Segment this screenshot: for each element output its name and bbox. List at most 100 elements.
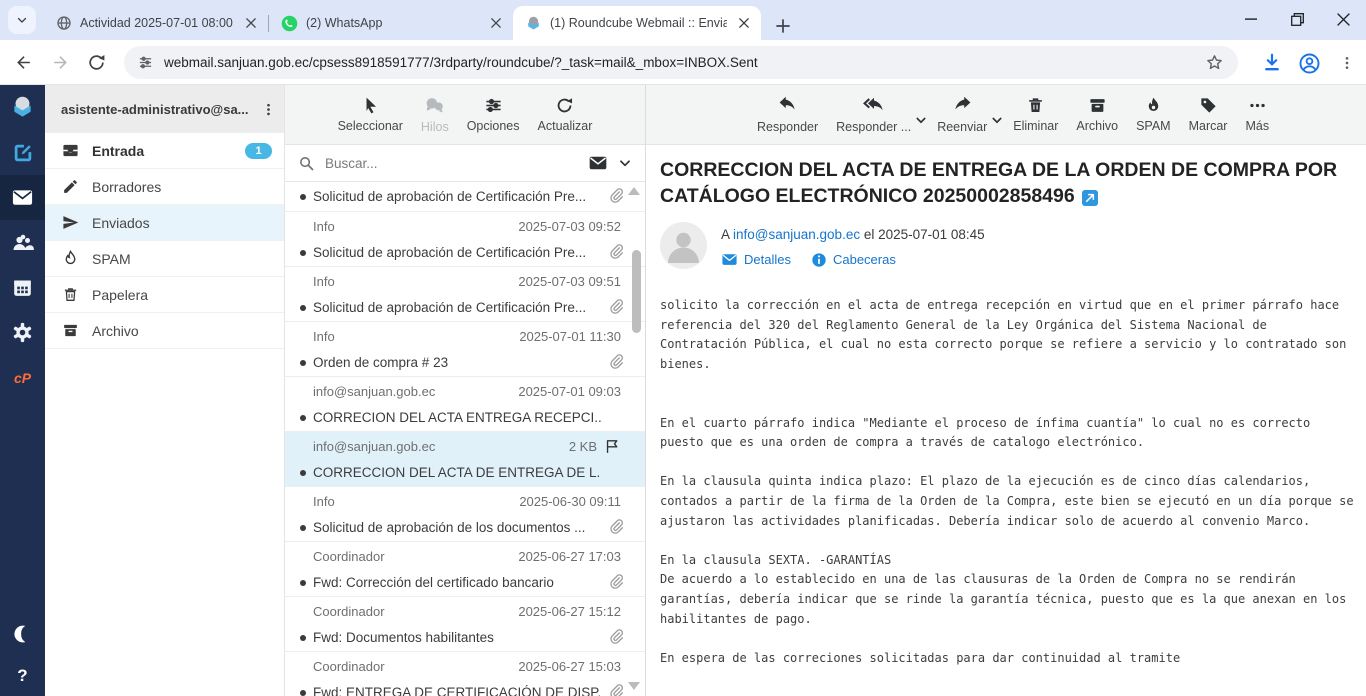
message-meta: A info@sanjuan.gob.ec el 2025-07-01 08:4… [721, 222, 985, 268]
info-icon [811, 252, 827, 268]
message-row[interactable]: Info2025-07-01 11:30 Orden de compra # 2… [285, 322, 645, 377]
tab-close-icon[interactable] [242, 14, 260, 32]
inbox-icon [62, 142, 79, 159]
sidebar-item-entrada[interactable]: Entrada 1 [45, 133, 284, 169]
close-button[interactable] [1320, 0, 1366, 38]
message-row[interactable]: Info2025-06-30 09:11 Solicitud de aproba… [285, 487, 645, 542]
forward-button[interactable] [43, 45, 77, 79]
back-icon [14, 53, 33, 72]
reply-button[interactable]: Responder [748, 95, 827, 134]
search-scope-mail-icon[interactable] [588, 153, 608, 173]
bookmark-star-icon[interactable] [1205, 53, 1224, 72]
details-link[interactable]: Detalles [721, 251, 791, 268]
sidebar-item-archivo[interactable]: Archivo [45, 313, 284, 349]
button-label: Actualizar [538, 119, 593, 133]
compose-button[interactable] [0, 130, 45, 175]
message-subject: Solicitud de aprobación de los documento… [313, 520, 585, 535]
scrollbar-thumb[interactable] [632, 250, 641, 333]
tab-roundcube-active[interactable]: (1) Roundcube Webmail :: Envia [513, 6, 761, 40]
options-button[interactable]: Opciones [465, 96, 522, 133]
close-icon [1337, 13, 1350, 26]
message-date: 2025-07-01 09:03 [518, 384, 621, 399]
minimize-button[interactable] [1228, 0, 1274, 38]
reload-button[interactable] [79, 45, 113, 79]
back-button[interactable] [6, 45, 40, 79]
cpanel-button[interactable]: cP [0, 355, 45, 400]
select-button[interactable]: Seleccionar [336, 96, 405, 133]
unread-dot [300, 580, 306, 586]
tab-search-button[interactable] [8, 6, 36, 34]
window-controls [1228, 0, 1366, 38]
message-size: 2 KB [569, 439, 597, 454]
forward-message-button[interactable]: Reenviar [928, 95, 996, 134]
dark-mode-toggle[interactable] [0, 611, 45, 656]
browser-toolbar: webmail.sanjuan.gob.ec/cpsess8918591777/… [0, 40, 1366, 85]
envelope-icon [721, 251, 738, 268]
message-row-selected[interactable]: info@sanjuan.gob.ec 2 KB CORRECCION DEL … [285, 432, 645, 487]
pencil-icon [62, 178, 79, 195]
delete-button[interactable]: Eliminar [1004, 96, 1067, 133]
more-button[interactable]: Más [1236, 96, 1278, 133]
tab-whatsapp[interactable]: (2) WhatsApp [269, 6, 513, 40]
search-input[interactable] [325, 156, 578, 171]
archive-button[interactable]: Archivo [1067, 96, 1127, 133]
downloads-button[interactable] [1257, 48, 1287, 78]
mark-button[interactable]: Marcar [1180, 96, 1237, 133]
url-bar[interactable]: webmail.sanjuan.gob.ec/cpsess8918591777/… [124, 46, 1238, 79]
flag-icon[interactable] [604, 438, 621, 455]
button-label: Opciones [467, 119, 520, 133]
scrollbar-down-arrow[interactable] [628, 682, 640, 690]
new-tab-button[interactable] [769, 12, 797, 40]
sidebar-item-enviados[interactable]: Enviados [45, 205, 284, 241]
mail-nav-button[interactable] [0, 175, 45, 220]
sidebar-item-borradores[interactable]: Borradores [45, 169, 284, 205]
message-toolbar: Responder Responder ... Reenviar Elimina… [646, 85, 1366, 145]
message-row[interactable]: Coordinador2025-06-27 17:03 Fwd: Correcc… [285, 542, 645, 597]
message-row[interactable]: Info2025-07-03 09:51 Solicitud de aproba… [285, 267, 645, 322]
folder-label: SPAM [92, 251, 272, 267]
restore-button[interactable] [1274, 0, 1320, 38]
forward-menu-caret[interactable] [992, 111, 1002, 129]
message-subject-title: CORRECCION DEL ACTA DE ENTREGA DE LA ORD… [660, 158, 1350, 209]
cpanel-logo: cP [14, 370, 31, 386]
reply-all-menu-caret[interactable] [916, 111, 926, 129]
help-button[interactable]: ? [0, 656, 45, 696]
recipient-line: A info@sanjuan.gob.ec el 2025-07-01 08:4… [721, 227, 985, 242]
archive-icon [1088, 96, 1107, 115]
contacts-nav-button[interactable] [0, 220, 45, 265]
browser-menu-button[interactable] [1332, 48, 1362, 78]
tab-actividad[interactable]: Actividad 2025-07-01 08:00:00 [44, 6, 268, 40]
sidebar-item-spam[interactable]: SPAM [45, 241, 284, 277]
message-sender: Coordinador [313, 659, 518, 674]
threads-button[interactable]: Hilos [419, 95, 451, 134]
flame-icon [1144, 96, 1163, 115]
search-options-chevron-icon[interactable] [618, 156, 632, 170]
headers-link[interactable]: Cabeceras [811, 252, 896, 268]
message-row[interactable]: Coordinador2025-06-27 15:12 Fwd: Documen… [285, 597, 645, 652]
tab-close-icon[interactable] [487, 14, 505, 32]
message-date: 2025-06-27 15:12 [518, 604, 621, 619]
attachment-paperclip-icon [607, 187, 625, 210]
refresh-button[interactable]: Actualizar [536, 96, 595, 133]
spam-button[interactable]: SPAM [1127, 96, 1180, 133]
attachment-paperclip-icon [607, 683, 625, 696]
scrollbar-up-arrow[interactable] [628, 187, 640, 195]
message-row[interactable]: Coordinador2025-06-27 15:03 Fwd: ENTREGA… [285, 652, 645, 696]
message-row[interactable]: info@sanjuan.gob.ec2025-07-01 09:03 CORR… [285, 377, 645, 432]
recipient-address-link[interactable]: info@sanjuan.gob.ec [733, 227, 860, 242]
message-row[interactable]: Info2025-07-03 09:52 Solicitud de aproba… [285, 212, 645, 267]
sidebar-item-papelera[interactable]: Papelera [45, 277, 284, 313]
tab-close-icon[interactable] [735, 14, 753, 32]
open-in-new-window-icon[interactable] [1082, 190, 1098, 206]
message-sender: Coordinador [313, 604, 518, 619]
folder-options-menu[interactable] [261, 102, 276, 117]
reply-all-button[interactable]: Responder ... [827, 95, 920, 134]
settings-nav-button[interactable] [0, 310, 45, 355]
folder-label: Borradores [92, 179, 272, 195]
message-subject: Solicitud de aprobación de Certificación… [313, 300, 586, 315]
message-row-partial[interactable]: Solicitud de aprobación de Certificación… [285, 183, 645, 212]
attachment-paperclip-icon [607, 628, 625, 651]
folder-label: Archivo [92, 323, 272, 339]
calendar-nav-button[interactable] [0, 265, 45, 310]
profile-button[interactable] [1294, 48, 1324, 78]
